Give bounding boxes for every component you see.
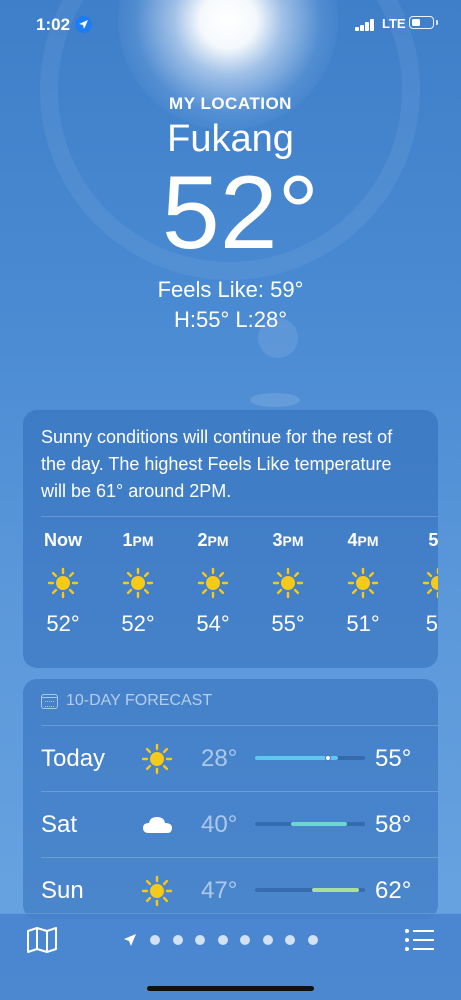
page-dot[interactable] — [240, 935, 250, 945]
hour-temperature: 54° — [196, 611, 230, 636]
calendar-icon — [41, 693, 58, 709]
temperature-range-fill — [291, 822, 348, 826]
sun-icon — [141, 743, 173, 775]
low-temperature: 28° — [201, 745, 238, 772]
hourly-strip[interactable]: Now 52° 1PM 52° 2PM 54° 3PM 55° 4PM 51° 5P 51 — [23, 530, 438, 660]
network-type: LTE — [382, 16, 406, 31]
feels-like: Feels Like: 59° — [157, 277, 304, 302]
current-temperature: 52° — [161, 155, 320, 271]
current-weather: MY LOCATION Fukang 52° Feels Like: 59° H… — [0, 90, 461, 333]
sun-icon — [272, 567, 304, 599]
hour-item: 2PM 54° — [183, 530, 243, 637]
hour-label: 4PM — [347, 530, 379, 550]
low-temperature: 47° — [201, 877, 238, 904]
page-dot[interactable] — [217, 935, 228, 945]
hour-item: 1PM 52° — [108, 530, 168, 637]
hour-item: 5P 51 — [408, 530, 438, 637]
ten-day-forecast-card[interactable]: 10-DAY FORECAST Today 28° 55° Sat 40° 58° Sun 4… — [23, 679, 438, 919]
cellular-signal-icon — [355, 19, 377, 31]
hour-item: 3PM 55° — [258, 530, 318, 637]
location-page-icon — [124, 934, 136, 946]
status-bar: 1:02 LTE — [0, 0, 461, 50]
home-indicator[interactable] — [147, 986, 314, 991]
bottom-toolbar — [0, 913, 461, 1000]
sun-icon — [141, 875, 173, 907]
sun-icon — [422, 567, 438, 599]
hour-label: 2PM — [197, 530, 229, 550]
hour-label: 1PM — [122, 530, 154, 550]
page-indicator[interactable] — [122, 932, 330, 948]
low-temperature: 40° — [201, 811, 238, 838]
page-dot[interactable] — [307, 935, 318, 945]
hour-label: 3PM — [272, 530, 304, 550]
hour-temperature: 52° — [46, 611, 80, 636]
hour-label: Now — [44, 530, 82, 550]
hour-temperature: 51 — [425, 611, 438, 636]
high-temperature: 55° — [375, 745, 412, 772]
current-temperature-marker — [324, 755, 331, 761]
battery-icon — [409, 16, 438, 29]
day-name: Sun — [41, 877, 84, 904]
lens-flare — [250, 393, 300, 407]
temperature-range-bar — [255, 888, 365, 892]
cloud-icon — [141, 809, 173, 841]
temperature-range-fill — [312, 888, 360, 892]
page-dot[interactable] — [150, 935, 160, 945]
hour-item: Now 52° — [33, 530, 93, 637]
page-dot[interactable] — [262, 935, 273, 945]
page-dot[interactable] — [285, 935, 295, 945]
hour-label: 5P — [428, 530, 438, 550]
high-temperature: 62° — [375, 877, 412, 904]
high-low: H:55° L:28° — [174, 307, 287, 332]
forecast-title: 10-DAY FORECAST — [66, 692, 213, 709]
location-label: MY LOCATION — [169, 94, 292, 113]
hour-temperature: 55° — [271, 611, 305, 636]
sun-icon — [197, 567, 229, 599]
hour-item: 4PM 51° — [333, 530, 393, 637]
conditions-summary: Sunny conditions will continue for the r… — [41, 427, 393, 501]
forecast-row[interactable]: Today 28° 55° — [23, 725, 438, 791]
hourly-forecast-card[interactable]: Sunny conditions will continue for the r… — [23, 410, 438, 668]
divider — [41, 516, 438, 517]
day-name: Today — [41, 745, 106, 772]
day-name: Sat — [41, 811, 78, 838]
temperature-range-bar — [255, 822, 365, 826]
page-dot[interactable] — [172, 935, 183, 945]
status-time: 1:02 — [36, 15, 71, 34]
hour-temperature: 51° — [346, 611, 380, 636]
hour-temperature: 52° — [121, 611, 155, 636]
forecast-row[interactable]: Sun 47° 62° — [23, 857, 438, 919]
location-services-icon — [75, 16, 92, 33]
sun-icon — [122, 567, 154, 599]
map-icon[interactable] — [26, 926, 58, 959]
high-temperature: 58° — [375, 811, 412, 838]
page-dot[interactable] — [195, 935, 205, 945]
forecast-header: 10-DAY FORECAST — [41, 692, 212, 710]
sun-icon — [347, 567, 379, 599]
temperature-range-bar — [255, 755, 365, 761]
forecast-row[interactable]: Sat 40° 58° — [23, 791, 438, 857]
list-icon[interactable] — [404, 928, 436, 957]
sun-icon — [47, 567, 79, 599]
